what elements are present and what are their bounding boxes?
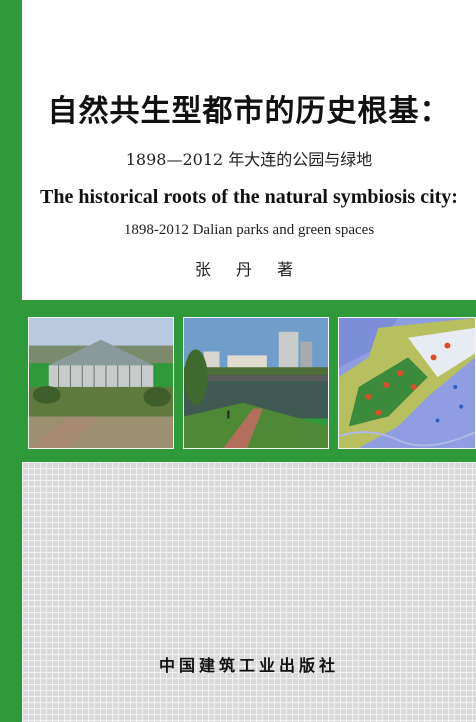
green-space-map [338, 317, 476, 449]
grid-pattern-area [22, 462, 476, 722]
title-area: 自然共生型都市的历史根基： 1898—2012 年大连的公园与绿地 The hi… [22, 0, 476, 300]
green-side-band [0, 0, 22, 722]
english-subtitle: 1898-2012 Dalian parks and green spaces [123, 222, 375, 238]
publisher-name: 中国建筑工业出版社 [158, 656, 339, 675]
book-cover: 自然共生型都市的历史根基： 1898—2012 年大连的公园与绿地 The hi… [0, 0, 476, 722]
green-divider-bottom [22, 452, 476, 462]
chinese-subtitle: 1898—2012 年大连的公园与绿地 [125, 150, 373, 169]
greenhouse-photo [28, 317, 174, 449]
english-title: The historical roots of the natural symb… [40, 186, 458, 208]
author-line: 张 丹 著 [194, 260, 304, 279]
city-lake-photo [183, 317, 329, 449]
green-divider-top [22, 300, 476, 314]
photo-strip [22, 314, 476, 452]
chinese-title: 自然共生型都市的历史根基： [47, 94, 451, 129]
